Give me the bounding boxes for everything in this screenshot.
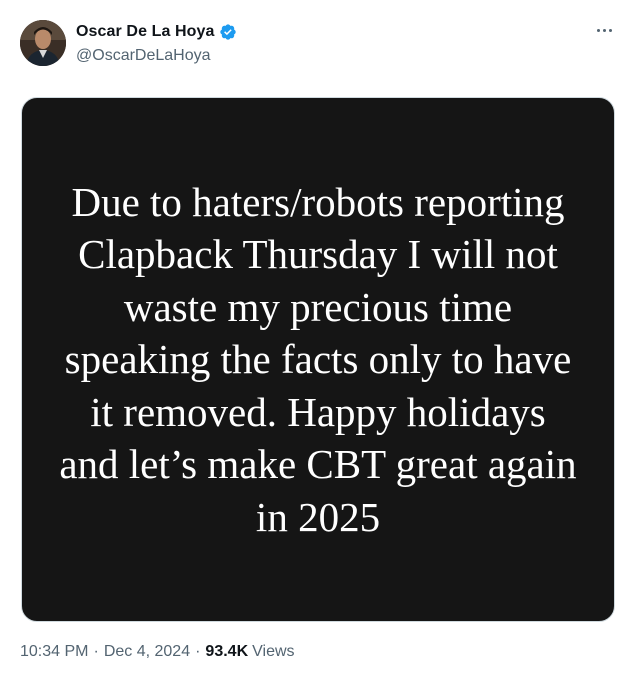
views-link[interactable]: 93.4K Views <box>205 643 294 661</box>
post-date[interactable]: Dec 4, 2024 <box>104 643 190 661</box>
post-meta: 10:34 PM · Dec 4, 2024 · 93.4K Views <box>20 643 295 661</box>
post-image-text: Due to haters/robots reporting Clapback … <box>59 178 577 540</box>
avatar[interactable] <box>20 20 66 66</box>
post-image[interactable]: Due to haters/robots reporting Clapback … <box>21 97 615 622</box>
avatar-photo <box>20 20 66 66</box>
handle[interactable]: @OscarDeLaHoya <box>76 47 237 65</box>
tweet: Oscar De La Hoya @OscarDeLaHoya Due to h… <box>0 0 636 680</box>
meta-separator: · <box>93 643 99 660</box>
more-horizontal-icon[interactable] <box>592 20 616 40</box>
meta-separator: · <box>195 643 201 660</box>
verified-badge-icon[interactable] <box>219 23 237 41</box>
display-name[interactable]: Oscar De La Hoya <box>76 23 215 41</box>
post-time[interactable]: 10:34 PM <box>20 643 88 661</box>
views-label: Views <box>252 643 295 660</box>
name-row: Oscar De La Hoya <box>76 20 237 44</box>
author-block: Oscar De La Hoya @OscarDeLaHoya <box>76 20 237 65</box>
views-count: 93.4K <box>205 643 249 660</box>
